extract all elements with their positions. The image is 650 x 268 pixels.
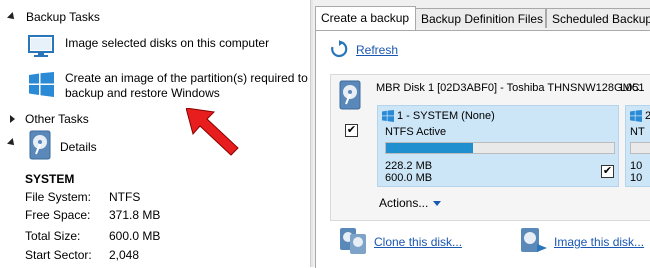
windows-logo-icon [630,110,642,125]
monitor-icon [28,35,54,62]
details-value: NTFS [109,190,141,204]
partition-2-name: 2 [645,110,650,122]
tab-backup-definition-files[interactable]: Backup Definition Files [415,8,546,28]
clone-disk-icon[interactable] [338,226,368,259]
refresh-link[interactable]: Refresh [356,43,398,57]
partition-usage-bar [385,142,615,154]
disk-icon [339,80,361,113]
task-image-selected-disks[interactable]: Image selected disks on this computer [65,36,269,51]
windows-logo-icon [382,110,394,125]
partition-2-type: NT [630,126,645,138]
collapse-triangle-icon[interactable] [7,12,17,22]
details-header[interactable] [7,138,17,148]
details-value: 2,048 [109,248,140,262]
partition-total: 600.0 MB [385,172,433,184]
windows-logo-icon [29,72,54,100]
partition-2-used: 10 [630,160,643,172]
partition-2-total: 10 [630,172,643,184]
partition-used: 228.2 MB [385,160,433,172]
task-line-1: Create an image of the partition(s) requ… [65,71,308,85]
disk-select-checkbox[interactable]: ✔ [345,124,358,137]
left-task-pane: Backup Tasks Image selected disks on thi… [0,0,310,267]
backup-tasks-header[interactable]: Backup Tasks [7,10,100,24]
tab-scheduled-backup[interactable]: Scheduled Backup [546,8,650,28]
actions-dropdown[interactable]: Actions... [379,196,442,210]
details-free-space-row: Free Space: 371.8 MB [25,206,160,224]
other-tasks-header[interactable]: Other Tasks [10,112,89,126]
details-key: Start Sector: [25,248,92,262]
partition-type: NTFS Active [385,126,447,138]
disk-details-icon [29,130,51,163]
red-pointer-arrow-icon [185,107,242,161]
disk-title-suffix: L051 [620,82,645,94]
details-file-system-row: File System: NTFS [25,188,140,206]
backup-tasks-label: Backup Tasks [26,10,100,24]
details-key: Total Size: [25,229,81,243]
clone-disk-link[interactable]: Clone this disk... [374,235,462,249]
details-key: File System: [25,190,92,204]
details-value: 600.0 MB [109,229,161,243]
partition-usage-fill [386,143,473,153]
details-key: Free Space: [25,208,91,222]
refresh-icon[interactable] [330,40,348,61]
details-label: Details [60,140,97,154]
details-partition-name: SYSTEM [25,172,75,186]
partition-select-checkbox[interactable]: ✔ [601,165,614,178]
disk-title: MBR Disk 1 [02D3ABF0] - Toshiba THNSNW12… [376,82,640,94]
details-total-size-row: Total Size: 600.0 MB [25,227,160,245]
task-image-windows-partitions[interactable]: Create an image of the partition(s) requ… [65,71,308,101]
chevron-down-icon [433,200,442,206]
details-start-sector-row: Start Sector: 2,048 [25,246,139,264]
image-disk-icon[interactable] [519,226,549,259]
expand-triangle-icon[interactable] [10,115,15,123]
partition-name: 1 - SYSTEM (None) [397,110,495,122]
image-disk-link[interactable]: Image this disk... [554,235,644,249]
tab-create-backup[interactable]: Create a backup [315,6,416,30]
task-line-2: backup and restore Windows [65,86,220,100]
actions-label: Actions... [379,196,429,210]
details-value: 371.8 MB [109,208,161,222]
partition-2-usage-bar [630,142,650,154]
other-tasks-label: Other Tasks [25,112,89,126]
collapse-triangle-icon[interactable] [7,138,17,148]
